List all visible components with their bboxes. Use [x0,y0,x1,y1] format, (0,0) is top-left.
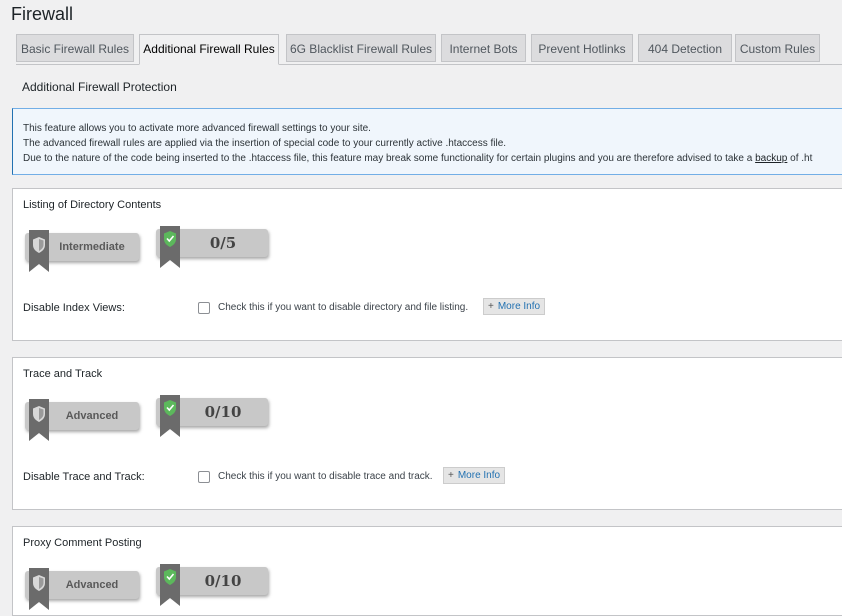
disable-trace-and-track-checkbox[interactable] [198,471,210,483]
shield-icon [29,568,49,610]
box-title: Proxy Comment Posting [23,537,142,549]
more-info-button[interactable]: + More Info [483,298,546,315]
notice-line-2: The advanced firewall rules are applied … [23,138,507,149]
score-value: 0/10 [204,572,242,590]
tab-custom-rules[interactable]: Custom Rules [735,34,820,62]
score-value: 0/5 [209,234,237,252]
score-badge: 0/10 [156,395,268,437]
plus-icon: + [448,470,454,481]
level-badge: Advanced [25,399,139,441]
option-label: Disable Trace and Track: [23,471,145,483]
notice-line-3-tail: of .ht [787,153,813,164]
more-info-label: More Info [497,301,541,312]
tab-internet-bots[interactable]: Internet Bots [441,34,526,62]
notice-line-1: This feature allows you to activate more… [23,123,371,134]
level-badge: Intermediate [25,230,139,272]
info-notice: This feature allows you to activate more… [12,108,842,175]
page-title: Firewall [11,4,74,24]
notice-line-3-text: Due to the nature of the code being inse… [23,153,756,164]
level-badge: Advanced [25,568,139,610]
directory-listing-box: Listing of Directory Contents Intermedia… [12,188,842,341]
shield-check-icon [160,395,180,437]
option-label: Disable Index Views: [23,302,125,314]
tab-6g-blacklist-firewall-rules[interactable]: 6G Blacklist Firewall Rules [286,34,436,62]
more-info-button[interactable]: + More Info [443,467,506,484]
score-badge: 0/5 [156,226,268,268]
tab-additional-firewall-rules[interactable]: Additional Firewall Rules [139,34,279,65]
tab-basic-firewall-rules[interactable]: Basic Firewall Rules [16,34,134,62]
box-title: Trace and Track [23,368,103,380]
level-label: Intermediate [59,241,125,253]
backup-link[interactable]: backup [755,153,787,164]
score-value: 0/10 [204,403,242,421]
notice-line-3: Due to the nature of the code being inse… [23,151,841,166]
shield-check-icon [160,564,180,606]
option-description: Check this if you want to disable trace … [218,471,433,482]
level-label: Advanced [65,579,119,591]
more-info-label: More Info [457,470,501,481]
box-title: Listing of Directory Contents [23,199,162,211]
shield-check-icon [160,226,180,268]
disable-index-views-checkbox[interactable] [198,302,210,314]
tab-prevent-hotlinks[interactable]: Prevent Hotlinks [531,34,633,62]
shield-icon [29,399,49,441]
shield-icon [29,230,49,272]
section-title: Additional Firewall Protection [22,80,177,94]
level-label: Advanced [65,410,119,422]
proxy-comment-posting-box: Proxy Comment Posting Advanced 0/10 [12,526,842,616]
tab-bar: Basic Firewall Rules Additional Firewall… [16,34,842,65]
plus-icon: + [488,301,494,312]
score-badge: 0/10 [156,564,268,606]
option-description: Check this if you want to disable direct… [218,302,469,313]
tab-404-detection[interactable]: 404 Detection [638,34,732,62]
trace-and-track-box: Trace and Track Advanced 0/10 Disable Tr… [12,357,842,510]
